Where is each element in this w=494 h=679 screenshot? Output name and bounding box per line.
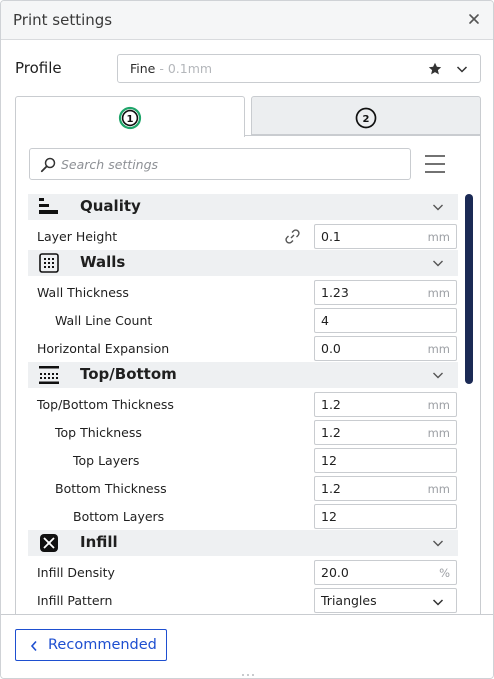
field-value: Triangles xyxy=(321,593,377,608)
setting-label: Wall Line Count xyxy=(55,313,153,328)
profile-name-text: Fine xyxy=(130,61,156,76)
setting-label: Bottom Thickness xyxy=(55,481,167,496)
layer-height-input[interactable]: 0.1 mm xyxy=(314,224,457,249)
category-title: Top/Bottom xyxy=(80,365,177,383)
setting-label: Infill Density xyxy=(37,565,115,580)
setting-row-bottom-layers: Bottom Layers 12 xyxy=(28,502,458,530)
profile-name: Fine - 0.1mm xyxy=(130,61,212,76)
field-unit: % xyxy=(439,566,450,580)
chevron-left-icon xyxy=(30,640,37,652)
chevron-down-icon xyxy=(432,599,444,606)
category-title: Infill xyxy=(80,533,118,551)
profile-layer-height: - 0.1mm xyxy=(155,61,213,76)
recommended-button[interactable]: Recommended xyxy=(15,629,167,661)
badge-2-icon: 2 xyxy=(355,107,377,129)
field-value: 1.2 xyxy=(321,397,341,412)
setting-row-wall-line-count: Wall Line Count 4 xyxy=(28,306,458,334)
footer: Recommended xyxy=(1,614,493,678)
infill-icon xyxy=(40,534,58,552)
setting-row-layer-height: Layer Height 0.1 mm xyxy=(28,222,458,250)
profile-label: Profile xyxy=(15,59,62,77)
close-icon[interactable] xyxy=(465,10,483,28)
setting-label: Horizontal Expansion xyxy=(37,341,170,356)
category-title: Walls xyxy=(80,253,126,271)
search-placeholder: Search settings xyxy=(61,157,159,172)
field-value: 12 xyxy=(321,509,337,524)
tab-1[interactable]: 1 xyxy=(15,96,245,137)
chevron-down-icon xyxy=(456,66,468,73)
link-icon[interactable] xyxy=(284,228,301,245)
setting-label: Bottom Layers xyxy=(73,509,165,524)
tab-2-label: 2 xyxy=(363,114,370,125)
field-unit: mm xyxy=(427,482,450,496)
field-unit: mm xyxy=(427,230,450,244)
walls-icon xyxy=(39,253,59,273)
infill-density-input[interactable]: 20.0 % xyxy=(314,560,457,585)
setting-row-infill-density: Infill Density 20.0 % xyxy=(28,558,458,586)
field-value: 12 xyxy=(321,453,337,468)
field-value: 0.1 xyxy=(321,229,341,244)
topbottom-icon xyxy=(39,366,59,384)
category-infill[interactable]: Infill xyxy=(28,530,458,556)
top-thickness-input[interactable]: 1.2 mm xyxy=(314,420,457,445)
setting-label: Top/Bottom Thickness xyxy=(37,397,174,412)
setting-row-bottom-thickness: Bottom Thickness 1.2 mm xyxy=(28,474,458,502)
field-value: 1.2 xyxy=(321,425,341,440)
setting-label: Layer Height xyxy=(37,229,118,244)
field-value: 1.2 xyxy=(321,481,341,496)
topbottom-thickness-input[interactable]: 1.2 mm xyxy=(314,392,457,417)
field-value: 1.23 xyxy=(321,285,349,300)
chevron-down-icon xyxy=(433,204,443,211)
setting-label: Top Thickness xyxy=(55,425,142,440)
setting-row-wall-thickness: Wall Thickness 1.23 mm xyxy=(28,278,458,306)
settings-content: Search settings Quality Layer Height 0.1… xyxy=(15,135,481,614)
setting-row-horizontal-expansion: Horizontal Expansion 0.0 mm xyxy=(28,334,458,362)
settings-list: Quality Layer Height 0.1 mm Walls Wall T… xyxy=(28,194,458,614)
wall-thickness-input[interactable]: 1.23 mm xyxy=(314,280,457,305)
search-input[interactable]: Search settings xyxy=(29,148,411,180)
title-bar: Print settings xyxy=(1,1,493,40)
field-value: 0.0 xyxy=(321,341,341,356)
field-unit: mm xyxy=(427,342,450,356)
chevron-down-icon xyxy=(433,540,443,547)
window-title: Print settings xyxy=(13,11,113,29)
badge-1-icon: 1 xyxy=(118,106,142,130)
field-value: 20.0 xyxy=(321,565,349,580)
star-icon[interactable] xyxy=(428,62,442,76)
field-unit: mm xyxy=(427,398,450,412)
category-title: Quality xyxy=(80,197,141,215)
top-layers-input[interactable]: 12 xyxy=(314,448,457,473)
wall-line-count-input[interactable]: 4 xyxy=(314,308,457,333)
hamburger-menu-icon[interactable] xyxy=(424,154,446,174)
category-walls[interactable]: Walls xyxy=(28,250,458,276)
search-icon xyxy=(40,157,56,173)
setting-row-infill-pattern: Infill Pattern Triangles xyxy=(28,586,458,614)
chevron-down-icon xyxy=(433,260,443,267)
field-unit: mm xyxy=(427,286,450,300)
recommended-label: Recommended xyxy=(48,637,157,653)
horizontal-expansion-input[interactable]: 0.0 mm xyxy=(314,336,457,361)
tab-2[interactable]: 2 xyxy=(251,96,481,135)
bottom-layers-input[interactable]: 12 xyxy=(314,504,457,529)
tab-1-label: 1 xyxy=(127,114,134,125)
chevron-down-icon xyxy=(433,372,443,379)
scrollbar-thumb[interactable] xyxy=(465,194,473,384)
category-quality[interactable]: Quality xyxy=(28,194,458,220)
setting-label: Infill Pattern xyxy=(37,593,113,608)
resize-grip-icon[interactable] xyxy=(241,673,255,677)
quality-icon xyxy=(39,198,58,214)
category-topbottom[interactable]: Top/Bottom xyxy=(28,362,458,388)
print-settings-panel: Print settings Profile Fine - 0.1mm 1 2 xyxy=(0,0,494,679)
setting-label: Top Layers xyxy=(73,453,140,468)
field-unit: mm xyxy=(427,426,450,440)
setting-label: Wall Thickness xyxy=(37,285,129,300)
infill-pattern-dropdown[interactable]: Triangles xyxy=(314,588,457,613)
field-value: 4 xyxy=(321,313,329,328)
profile-dropdown[interactable]: Fine - 0.1mm xyxy=(117,54,481,83)
bottom-thickness-input[interactable]: 1.2 mm xyxy=(314,476,457,501)
setting-row-top-thickness: Top Thickness 1.2 mm xyxy=(28,418,458,446)
setting-row-topbottom-thickness: Top/Bottom Thickness 1.2 mm xyxy=(28,390,458,418)
setting-row-top-layers: Top Layers 12 xyxy=(28,446,458,474)
